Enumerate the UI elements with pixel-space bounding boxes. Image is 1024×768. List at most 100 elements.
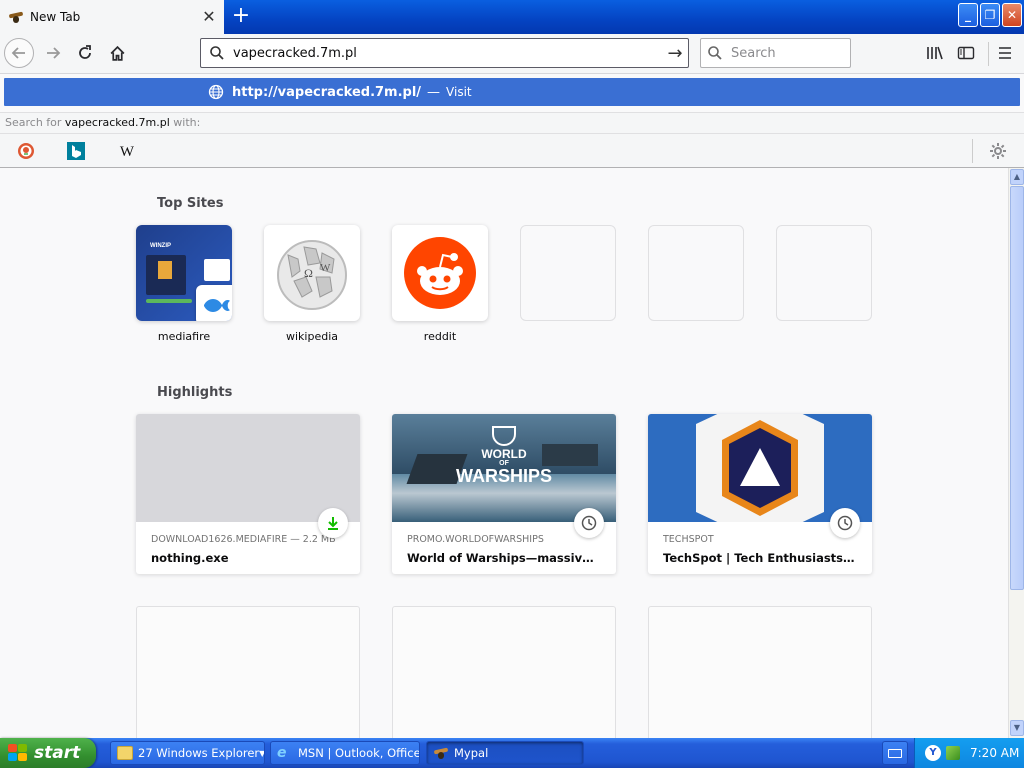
home-button[interactable] — [102, 38, 132, 68]
engine-bar-divider — [972, 139, 973, 163]
title-bar: New Tab ✕ + _ ❐ ✕ — [0, 0, 1024, 34]
reload-button[interactable] — [70, 38, 100, 68]
toolbar-divider — [988, 42, 989, 66]
top-site-mediafire[interactable]: WINZIP mediafire — [136, 225, 232, 343]
hamburger-menu-icon — [999, 47, 1011, 59]
duckduckgo-icon[interactable] — [17, 142, 35, 160]
highlight-image — [648, 414, 872, 522]
library-button[interactable] — [922, 40, 948, 66]
search-settings-gear-icon[interactable] — [989, 142, 1007, 160]
scroll-down-arrow-icon[interactable]: ▼ — [1010, 720, 1024, 736]
highlight-source: TECHSPOT — [663, 534, 714, 545]
top-site-empty[interactable] — [776, 225, 872, 321]
yandex-tray-icon[interactable]: Y — [925, 745, 941, 761]
wikipedia-globe-icon: Ω W — [277, 240, 347, 310]
taskbar: start 27 Windows Explorer ▼ e MSN | Outl… — [0, 738, 1024, 768]
close-tab-icon[interactable]: ✕ — [198, 6, 220, 28]
clock-icon — [830, 508, 860, 538]
new-tab-button[interactable]: + — [229, 4, 253, 28]
top-site-empty[interactable] — [648, 225, 744, 321]
top-site-reddit[interactable]: reddit — [392, 225, 488, 343]
navigation-toolbar: vapecracked.7m.pl → — [0, 34, 1024, 74]
highlight-card[interactable]: TECHSPOT TechSpot | Tech Enthusiasts, Po… — [648, 414, 872, 574]
tab-new-tab[interactable]: New Tab ✕ — [0, 0, 224, 34]
taskbar-group-arrow-icon: ▼ — [259, 748, 265, 758]
highlight-placeholder — [648, 606, 872, 738]
suggestion-separator: — — [427, 84, 441, 100]
minimize-button[interactable]: _ — [958, 3, 978, 27]
bing-icon[interactable] — [67, 142, 85, 160]
highlight-title: TechSpot | Tech Enthusiasts, Power Users — [663, 551, 857, 565]
highlight-image — [136, 414, 360, 522]
search-for-prefix: Search for — [5, 116, 62, 129]
svg-text:W: W — [320, 262, 331, 274]
highlight-card[interactable]: WORLD OF WARSHIPS PROMO.WORLDOFWARSHIPS … — [392, 414, 616, 574]
library-icon — [927, 46, 943, 60]
close-window-button[interactable]: ✕ — [1002, 3, 1022, 27]
top-site-empty-tile[interactable] — [776, 225, 872, 321]
highlight-title: World of Warships—massive naval battles — [407, 551, 601, 565]
start-label: start — [34, 743, 81, 763]
mediafire-preview-text: WINZIP — [150, 243, 171, 249]
taskbar-item-label: MSN | Outlook, Office... — [298, 746, 420, 760]
search-for-row: Search for vapecracked.7m.pl with: — [0, 112, 1024, 134]
top-sites-title: Top Sites — [157, 196, 224, 211]
url-suggestion-row[interactable]: http://vapecracked.7m.pl/ — Visit — [4, 78, 1020, 106]
highlight-placeholder — [136, 606, 360, 738]
wikipedia-icon[interactable]: W — [118, 142, 136, 160]
taskbar-item-msn[interactable]: e MSN | Outlook, Office... — [270, 741, 420, 765]
top-site-label: reddit — [423, 330, 457, 343]
forward-arrow-icon — [47, 47, 61, 59]
clock[interactable]: 7:20 AM — [970, 746, 1019, 760]
highlight-image: WORLD OF WARSHIPS — [392, 414, 616, 522]
search-for-query: vapecracked.7m.pl — [64, 116, 170, 129]
taskbar-item-label: Mypal — [454, 746, 489, 760]
svg-text:Ω: Ω — [304, 266, 313, 280]
top-site-empty[interactable] — [520, 225, 616, 321]
menu-button[interactable] — [992, 40, 1018, 66]
suggestion-action: Visit — [446, 85, 472, 99]
keyboard-language-button[interactable] — [882, 741, 908, 765]
restore-button[interactable]: ❐ — [980, 3, 1000, 27]
search-for-suffix: with: — [173, 116, 201, 129]
tab-title: New Tab — [30, 10, 81, 24]
top-site-label: mediafire — [157, 330, 211, 343]
new-tab-content: Top Sites WINZIP mediafire Ω W wikipedia… — [0, 168, 1008, 738]
suggestion-url: http://vapecracked.7m.pl/ — [232, 84, 422, 100]
highlight-card[interactable]: DOWNLOAD1626.MEDIAFIRE — 2.2 MB nothing.… — [136, 414, 360, 574]
reddit-logo-icon — [404, 237, 476, 309]
sidebar-icon — [957, 46, 975, 60]
back-button[interactable] — [4, 38, 34, 68]
techspot-logo-icon — [696, 414, 824, 522]
mediafire-logo-icon — [196, 285, 232, 321]
search-input[interactable] — [731, 45, 841, 61]
internet-explorer-icon: e — [277, 745, 287, 761]
taskbar-item-windows-explorer[interactable]: 27 Windows Explorer ▼ — [110, 741, 265, 765]
scroll-thumb[interactable] — [1010, 186, 1024, 590]
download-icon — [318, 508, 348, 538]
scroll-up-arrow-icon[interactable]: ▲ — [1010, 169, 1024, 185]
url-bar[interactable]: vapecracked.7m.pl → — [200, 38, 689, 68]
highlight-title: nothing.exe — [151, 551, 229, 565]
clock-icon — [574, 508, 604, 538]
top-site-tile[interactable]: WINZIP — [136, 225, 232, 321]
top-site-tile[interactable]: Ω W — [264, 225, 360, 321]
top-site-tile[interactable] — [392, 225, 488, 321]
go-arrow-icon[interactable]: → — [662, 43, 688, 64]
top-site-empty-tile[interactable] — [648, 225, 744, 321]
top-site-label: wikipedia — [285, 330, 338, 343]
vertical-scrollbar[interactable]: ▲ ▼ — [1008, 168, 1024, 738]
sidebar-button[interactable] — [953, 40, 979, 66]
reload-icon — [79, 45, 91, 59]
top-site-wikipedia[interactable]: Ω W wikipedia — [264, 225, 360, 343]
home-icon — [110, 45, 124, 61]
globe-icon — [208, 84, 224, 100]
top-site-empty-tile[interactable] — [520, 225, 616, 321]
taskbar-item-mypal[interactable]: Mypal — [426, 741, 584, 765]
search-icon — [708, 46, 722, 60]
search-bar[interactable] — [700, 38, 851, 68]
start-button[interactable]: start — [0, 738, 96, 768]
forward-button[interactable] — [38, 38, 68, 68]
url-input[interactable]: vapecracked.7m.pl — [233, 46, 662, 61]
network-tray-icon[interactable] — [946, 746, 960, 760]
